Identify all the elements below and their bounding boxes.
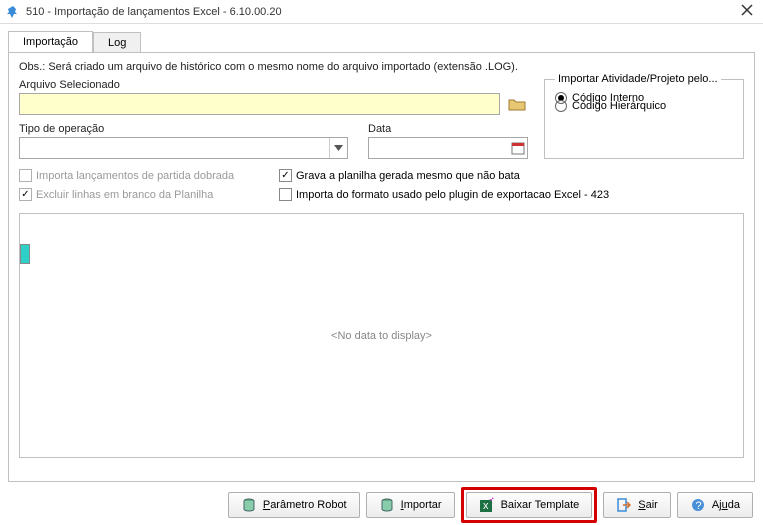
tipo-select[interactable] <box>19 137 348 159</box>
importar-button[interactable]: Importar <box>366 492 455 518</box>
fieldset-title: Importar Atividade/Projeto pelo... <box>555 73 721 85</box>
chk-grava-planilha[interactable]: Grava a planilha gerada mesmo que não ba… <box>279 169 609 182</box>
database-icon <box>379 497 395 513</box>
tab-bar: Importação Log <box>0 24 763 52</box>
tipo-label: Tipo de operação <box>19 123 348 135</box>
checkbox-icon <box>279 169 292 182</box>
arquivo-label: Arquivo Selecionado <box>19 79 528 91</box>
btn-label: Sair <box>638 499 658 511</box>
chk-importa-formato[interactable]: Importa do formato usado pelo plugin de … <box>279 188 609 201</box>
radio-icon <box>555 100 567 112</box>
main-panel: Obs.: Será criado um arquivo de históric… <box>8 52 755 482</box>
btn-label: Ajuda <box>712 499 740 511</box>
chk-excluir-branco: Excluir linhas em branco da Planilha <box>19 188 249 201</box>
chk-label: Excluir linhas em branco da Planilha <box>36 189 213 201</box>
tab-importacao[interactable]: Importação <box>8 31 93 53</box>
close-icon[interactable] <box>741 4 757 20</box>
importar-atividade-fieldset: Importar Atividade/Projeto pelo... Códig… <box>544 79 744 159</box>
chk-label: Importa do formato usado pelo plugin de … <box>296 189 609 201</box>
checkbox-icon <box>19 169 32 182</box>
baixar-template-button[interactable]: x Baixar Template <box>466 492 593 518</box>
help-icon: ? <box>690 497 706 513</box>
chevron-down-icon <box>329 138 347 158</box>
highlight-box: x Baixar Template <box>461 487 598 523</box>
btn-label: Parâmetro Robot <box>263 499 347 511</box>
chk-importa-partida: Importa lançamentos de partida dobrada <box>19 169 249 182</box>
grid-empty-text: <No data to display> <box>331 330 432 342</box>
sair-button[interactable]: Sair <box>603 492 671 518</box>
checkbox-icon <box>19 188 32 201</box>
exit-icon <box>616 497 632 513</box>
pin-icon <box>6 5 20 19</box>
svg-text:x: x <box>483 500 489 512</box>
chk-label: Grava a planilha gerada mesmo que não ba… <box>296 170 520 182</box>
btn-label: Importar <box>401 499 442 511</box>
database-icon <box>241 497 257 513</box>
excel-export-icon: x <box>479 497 495 513</box>
calendar-icon <box>509 139 527 157</box>
radio-codigo-hierarquico[interactable]: Código Hierárquico <box>555 100 733 112</box>
chk-label: Importa lançamentos de partida dobrada <box>36 170 234 182</box>
tab-log[interactable]: Log <box>93 32 141 53</box>
browse-folder-icon[interactable] <box>506 93 528 115</box>
window-title: 510 - Importação de lançamentos Excel - … <box>26 6 741 18</box>
btn-label: Baixar Template <box>501 499 580 511</box>
data-label: Data <box>368 123 528 135</box>
ajuda-button[interactable]: ? Ajuda <box>677 492 753 518</box>
data-input[interactable] <box>368 137 528 159</box>
footer-toolbar: Parâmetro Robot Importar x Baixar Templa… <box>0 485 763 525</box>
obs-text: Obs.: Será criado um arquivo de históric… <box>19 61 744 73</box>
radio-label: Código Hierárquico <box>572 100 666 112</box>
title-bar: 510 - Importação de lançamentos Excel - … <box>0 0 763 24</box>
checkbox-icon <box>279 188 292 201</box>
parametro-robot-button[interactable]: Parâmetro Robot <box>228 492 360 518</box>
grid-handle-icon[interactable] <box>20 244 30 264</box>
svg-text:?: ? <box>695 500 701 512</box>
arquivo-input[interactable] <box>19 93 500 115</box>
data-grid[interactable]: <No data to display> <box>19 213 744 458</box>
